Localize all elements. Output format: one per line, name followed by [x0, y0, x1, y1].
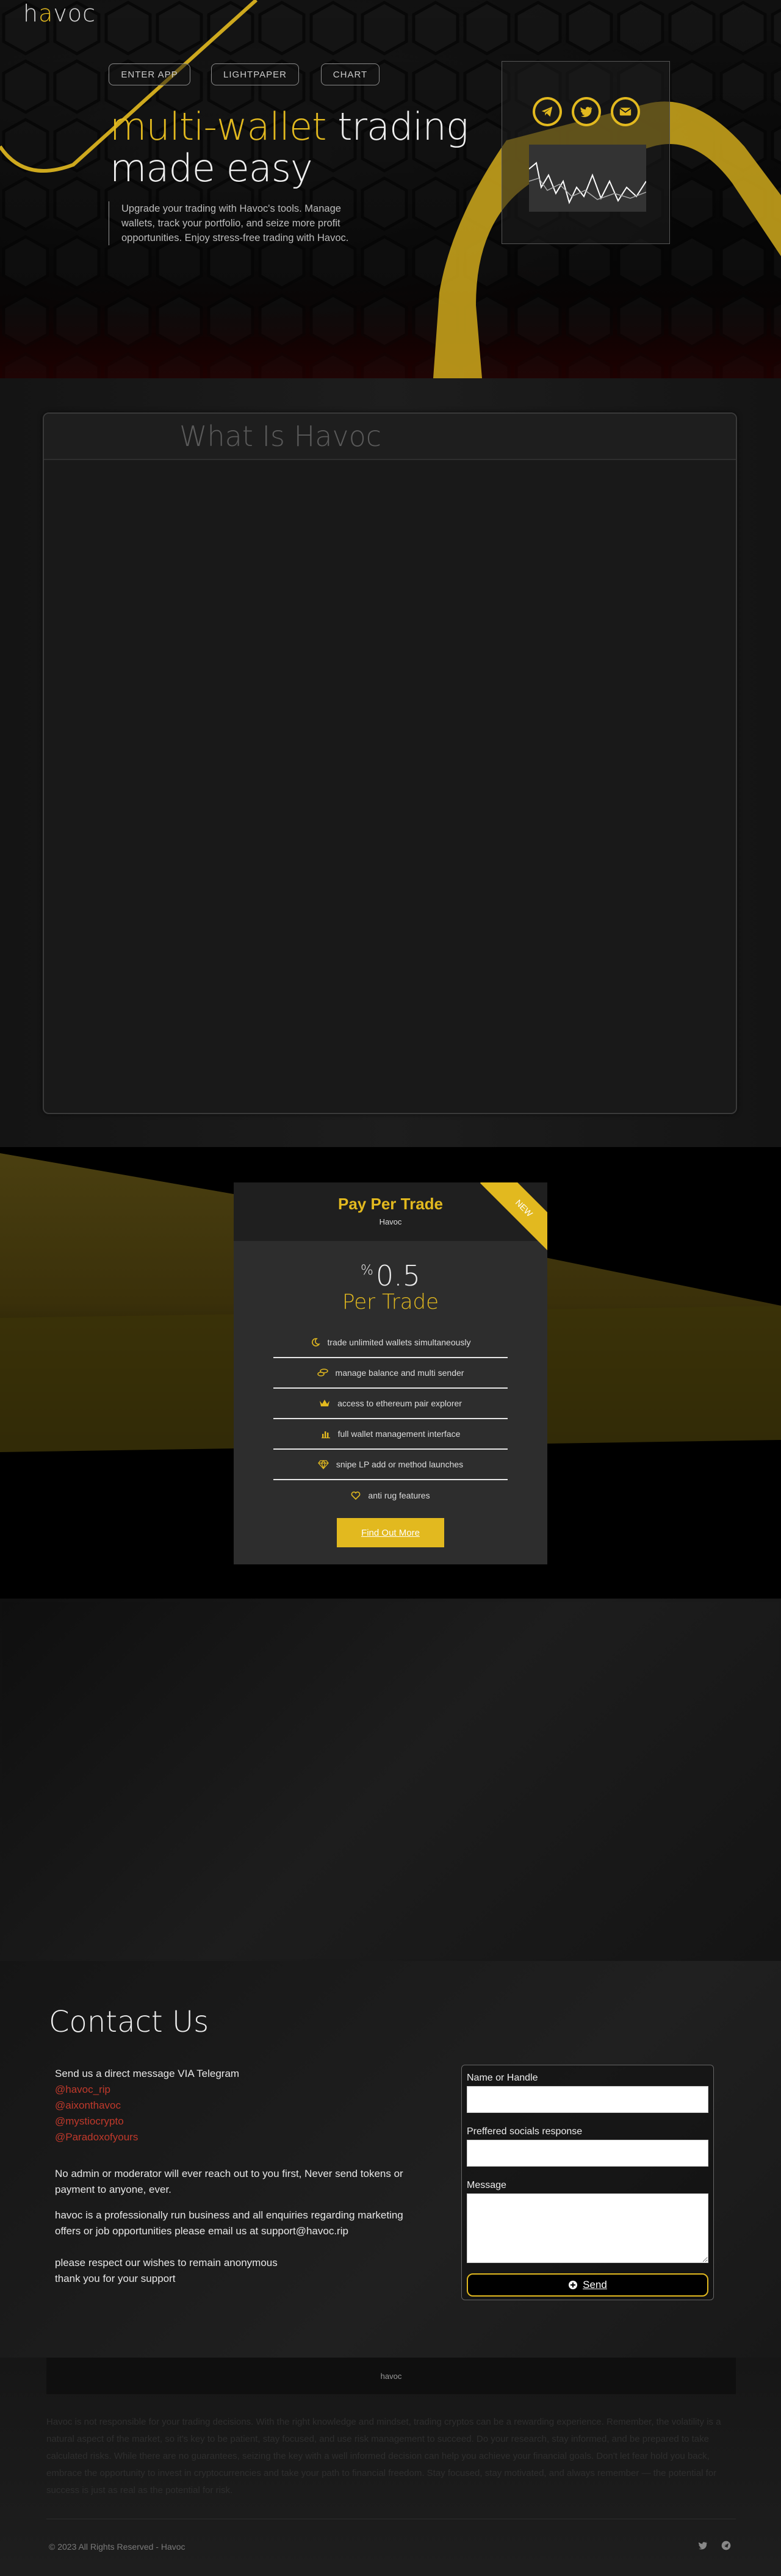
page: havoc ENTER APP LIGHTPAPER CHART multi-w…	[0, 0, 781, 2576]
socials-label: Preffered socials response	[467, 2126, 583, 2137]
name-label: Name or Handle	[467, 2073, 538, 2083]
hero-title-line2: made easy	[110, 146, 313, 190]
percent-symbol: %	[360, 1263, 373, 1278]
footer-social-icons	[698, 2541, 731, 2553]
socials-input[interactable]	[467, 2140, 708, 2167]
email-icon[interactable]	[611, 97, 640, 126]
chart-button[interactable]: CHART	[321, 63, 380, 85]
thanks-text: thank you for your support	[55, 2273, 176, 2284]
twitter-icon[interactable]	[572, 97, 601, 126]
chart-thumbnail	[528, 145, 647, 212]
message-label: Message	[467, 2180, 506, 2190]
social-panel	[502, 61, 670, 244]
telegram-handle-link[interactable]: @havoc_rip	[55, 2082, 421, 2098]
what-is-card: What Is Havoc	[43, 412, 737, 1114]
price-per: Per Trade	[342, 1290, 439, 1314]
pricing-section: Pay Per Trade Havoc NEW %0.5 Per Trade t…	[0, 1147, 781, 1599]
business-text: havoc is a professionally run business a…	[55, 2209, 403, 2237]
telegram-handle-link[interactable]: @aixonthavoc	[55, 2098, 421, 2114]
message-textarea[interactable]	[467, 2193, 708, 2263]
coins-icon	[317, 1369, 328, 1376]
feature-text: anti rug features	[368, 1491, 430, 1500]
feature-text: access to ethereum pair explorer	[337, 1398, 462, 1408]
footer: havoc Havoc is not responsible for your …	[0, 2358, 781, 2576]
feature-text: trade unlimited wallets simultaneously	[327, 1337, 471, 1347]
warning-text: No admin or moderator will ever reach ou…	[55, 2168, 403, 2195]
find-out-more-button[interactable]: Find Out More	[337, 1518, 444, 1547]
feature-item: manage balance and multi sender	[273, 1358, 508, 1389]
logo-accent: a	[38, 0, 54, 27]
logo-text: h	[23, 0, 39, 27]
enter-app-button[interactable]: ENTER APP	[109, 63, 190, 85]
feature-text: full wallet management interface	[337, 1429, 461, 1439]
hero-title-accent: multi-wallet	[110, 104, 326, 149]
blank-section	[0, 1599, 781, 1961]
twitter-icon[interactable]	[698, 2541, 708, 2553]
pricing-card: Pay Per Trade Havoc NEW %0.5 Per Trade t…	[234, 1182, 547, 1564]
telegram-icon[interactable]	[533, 97, 562, 126]
price-amount: %0.5	[234, 1259, 547, 1292]
hero-section: havoc ENTER APP LIGHTPAPER CHART multi-w…	[0, 0, 781, 378]
feature-item: full wallet management interface	[273, 1419, 508, 1450]
telegram-icon[interactable]	[721, 2541, 731, 2553]
telegram-handle-link[interactable]: @Paradoxofyours	[55, 2129, 421, 2145]
contact-intro: Send us a direct message VIA Telegram	[55, 2068, 240, 2079]
heart-icon	[351, 1491, 361, 1500]
footer-disclaimer: Havoc is not responsible for your tradin…	[46, 2417, 721, 2495]
what-is-section: What Is Havoc	[0, 378, 781, 1147]
copyright: © 2023 All Rights Reserved - Havoc	[49, 2542, 185, 2552]
anonymity-text: please respect our wishes to remain anon…	[55, 2257, 278, 2268]
hero-description: Upgrade your trading with Havoc's tools.…	[109, 201, 365, 245]
moon-icon	[311, 1338, 320, 1347]
send-button[interactable]: Send	[467, 2273, 708, 2297]
what-is-title: What Is Havoc	[179, 420, 382, 453]
hero-title-rest: trading	[326, 104, 469, 149]
feature-item: snipe LP add or method launches	[273, 1450, 508, 1480]
feature-text: snipe LP add or method launches	[336, 1459, 464, 1469]
telegram-handle-link[interactable]: @mystiocrypto	[55, 2114, 421, 2129]
feature-item: access to ethereum pair explorer	[273, 1389, 508, 1419]
send-label: Send	[583, 2279, 607, 2290]
logo-text-rest: voc	[53, 0, 96, 27]
plus-circle-icon	[569, 2281, 578, 2289]
contact-info: Send us a direct message VIA Telegram @h…	[55, 2066, 421, 2287]
lightpaper-button[interactable]: LIGHTPAPER	[211, 63, 299, 85]
feature-item: trade unlimited wallets simultaneously	[273, 1328, 508, 1358]
diamond-icon	[317, 1459, 329, 1469]
footer-bar: havoc	[46, 2358, 736, 2394]
contact-section: Contact Us Send us a direct message VIA …	[0, 1961, 781, 2358]
feature-text: manage balance and multi sender	[335, 1368, 464, 1378]
contact-form: Name or Handle Preffered socials respons…	[461, 2065, 714, 2300]
blank-panel	[2, 1602, 779, 1959]
chart-icon	[321, 1431, 330, 1439]
feature-item: anti rug features	[273, 1480, 508, 1511]
crown-icon	[320, 1400, 330, 1406]
feature-list: trade unlimited wallets simultaneously m…	[273, 1328, 508, 1511]
pricing-subtitle: Havoc	[379, 1217, 402, 1226]
hero-title: multi-wallet trading made easy	[110, 104, 469, 190]
logo[interactable]: havoc	[23, 0, 96, 27]
contact-title: Contact Us	[49, 2005, 209, 2039]
price-value: 0.5	[375, 1259, 421, 1292]
what-is-card-header	[44, 414, 736, 460]
name-input[interactable]	[467, 2086, 708, 2113]
